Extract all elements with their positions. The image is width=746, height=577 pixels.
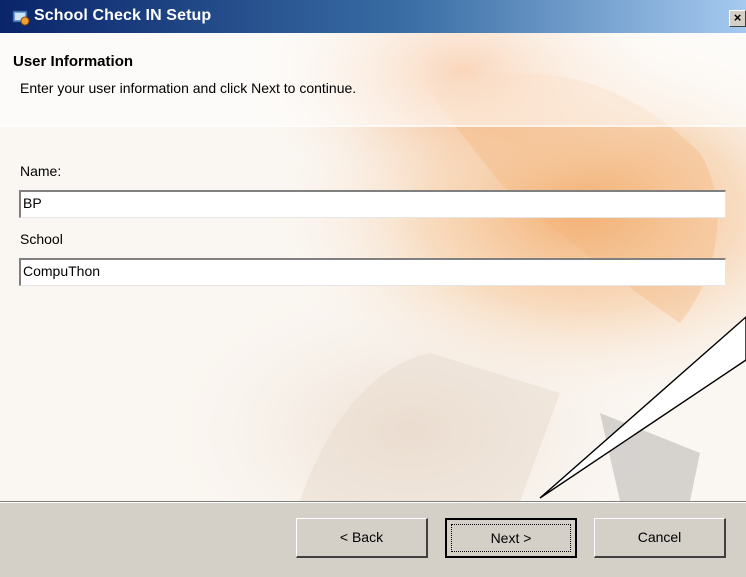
name-input[interactable]: BP [19,190,726,218]
button-bar: < Back Next > Cancel [0,501,746,577]
setup-window: School Check IN Setup × User Information… [0,0,746,577]
page-subtitle: Enter your user information and click Ne… [20,80,357,96]
close-button[interactable]: × [729,10,746,27]
next-button-label: Next > [490,530,532,546]
header-band [0,33,746,125]
title-bar[interactable]: School Check IN Setup × [0,0,746,33]
name-label: Name: [20,163,62,179]
back-button[interactable]: < Back [296,518,428,558]
window-title: School Check IN Setup [34,7,212,24]
school-label: School [20,231,63,247]
header-divider [0,125,746,127]
page-title: User Information [13,53,134,70]
school-input[interactable]: CompuThon [19,258,726,286]
wizard-panel: User Information Enter your user informa… [0,33,746,501]
footer-divider-highlight [0,502,746,503]
cancel-button-label: Cancel [637,529,682,545]
back-button-label: < Back [339,529,384,545]
close-icon: × [733,10,742,25]
cancel-button[interactable]: Cancel [594,518,726,558]
installer-icon [12,10,30,26]
next-button[interactable]: Next > [445,518,577,558]
